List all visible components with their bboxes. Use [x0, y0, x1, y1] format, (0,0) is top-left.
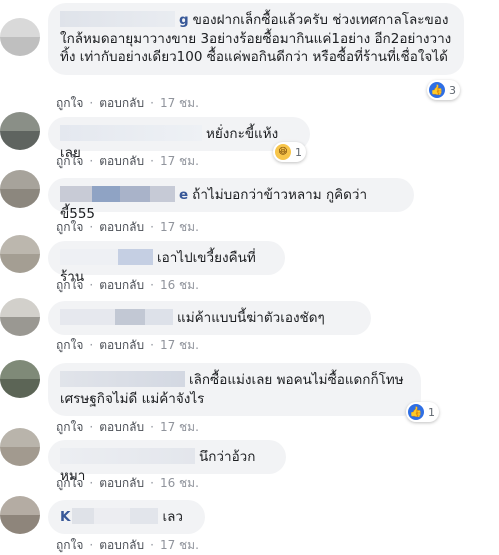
avatar[interactable]	[0, 428, 40, 466]
commenter-name[interactable]: e	[179, 187, 188, 203]
timestamp[interactable]: 16 ชม.	[160, 476, 199, 490]
commenter-name-blurred[interactable]	[72, 508, 159, 524]
comment-bubble: เอาไปเขวี้ยงคืนที่ร้าน	[48, 241, 285, 285]
commenter-name-blurred[interactable]	[60, 11, 175, 27]
commenter-name-blurred[interactable]	[60, 309, 173, 325]
comment-bubble: นึกว่าอ้วกหมา	[48, 440, 286, 484]
avatar[interactable]	[0, 496, 40, 534]
reaction-count[interactable]: 👍 3	[427, 80, 460, 100]
reply-link[interactable]: ตอบกลับ	[99, 538, 144, 552]
comment-actions: ถูกใจ · ตอบกลับ · 16 ชม.	[56, 278, 199, 292]
timestamp[interactable]: 17 ชม.	[160, 96, 199, 110]
comment-actions: ถูกใจ · ตอบกลับ · 17 ชม.	[56, 96, 199, 110]
avatar[interactable]	[0, 170, 40, 208]
reply-link[interactable]: ตอบกลับ	[99, 96, 144, 110]
reply-link[interactable]: ตอบกลับ	[99, 420, 144, 434]
like-icon: 👍	[429, 82, 445, 98]
comment-bubble: g ของฝากเล็กซื้อแล้วครับ ช่วงเทศกาลโละของ…	[48, 3, 464, 75]
avatar[interactable]	[0, 235, 40, 273]
commenter-name-blurred[interactable]	[60, 371, 185, 387]
like-link[interactable]: ถูกใจ	[56, 420, 83, 434]
haha-icon: 😆	[275, 144, 291, 160]
like-link[interactable]: ถูกใจ	[56, 154, 83, 168]
comment-bubble: e ถ้าไม่บอกว่าข้าวหลาม กูคิดว่าขี้555	[48, 178, 414, 222]
avatar[interactable]	[0, 298, 40, 336]
timestamp[interactable]: 17 ชม.	[160, 420, 199, 434]
comment-bubble: หยั่งกะขี้แห้งเลย	[48, 117, 310, 161]
timestamp[interactable]: 17 ชม.	[160, 338, 199, 352]
commenter-name-blurred[interactable]	[60, 186, 175, 202]
like-link[interactable]: ถูกใจ	[56, 96, 83, 110]
like-link[interactable]: ถูกใจ	[56, 338, 83, 352]
like-link[interactable]: ถูกใจ	[56, 220, 83, 234]
reply-link[interactable]: ตอบกลับ	[99, 220, 144, 234]
comment-bubble: K เลว	[48, 500, 205, 534]
reaction-count[interactable]: 👍 1	[406, 402, 439, 422]
comment-actions: ถูกใจ · ตอบกลับ · 17 ชม.	[56, 154, 199, 168]
commenter-name[interactable]: g	[179, 12, 189, 28]
commenter-name-blurred[interactable]	[60, 448, 195, 464]
comment-bubble: แม่ค้าแบบนี้ฆ่าตัวเองชัดๆ	[48, 301, 371, 335]
reply-link[interactable]: ตอบกลับ	[99, 278, 144, 292]
commenter-name-blurred[interactable]	[60, 125, 202, 141]
timestamp[interactable]: 17 ชม.	[160, 220, 199, 234]
comment-text: แม่ค้าแบบนี้ฆ่าตัวเองชัดๆ	[177, 310, 325, 326]
comment-actions: ถูกใจ · ตอบกลับ · 16 ชม.	[56, 476, 199, 490]
like-link[interactable]: ถูกใจ	[56, 278, 83, 292]
like-link[interactable]: ถูกใจ	[56, 476, 83, 490]
timestamp[interactable]: 16 ชม.	[160, 278, 199, 292]
comment-actions: ถูกใจ · ตอบกลับ · 17 ชม.	[56, 220, 199, 234]
avatar[interactable]	[0, 360, 40, 398]
commenter-name[interactable]: K	[60, 509, 70, 525]
comment-actions: ถูกใจ · ตอบกลับ · 17 ชม.	[56, 538, 199, 552]
avatar[interactable]	[0, 18, 40, 56]
comment-text: เลว	[162, 509, 183, 525]
comment-actions: ถูกใจ · ตอบกลับ · 17 ชม.	[56, 338, 199, 352]
avatar[interactable]	[0, 112, 40, 150]
comment-bubble: เลิกซื้อแม่งเลย พอคนไม่ซื้อแดกก็โทษเศรษฐ…	[48, 363, 421, 416]
comment-actions: ถูกใจ · ตอบกลับ · 17 ชม.	[56, 420, 199, 434]
like-icon: 👍	[408, 404, 424, 420]
reply-link[interactable]: ตอบกลับ	[99, 476, 144, 490]
commenter-name-blurred[interactable]	[60, 249, 153, 265]
timestamp[interactable]: 17 ชม.	[160, 538, 199, 552]
reply-link[interactable]: ตอบกลับ	[99, 154, 144, 168]
reaction-count[interactable]: 😆 1	[273, 142, 306, 162]
timestamp[interactable]: 17 ชม.	[160, 154, 199, 168]
like-link[interactable]: ถูกใจ	[56, 538, 83, 552]
reply-link[interactable]: ตอบกลับ	[99, 338, 144, 352]
